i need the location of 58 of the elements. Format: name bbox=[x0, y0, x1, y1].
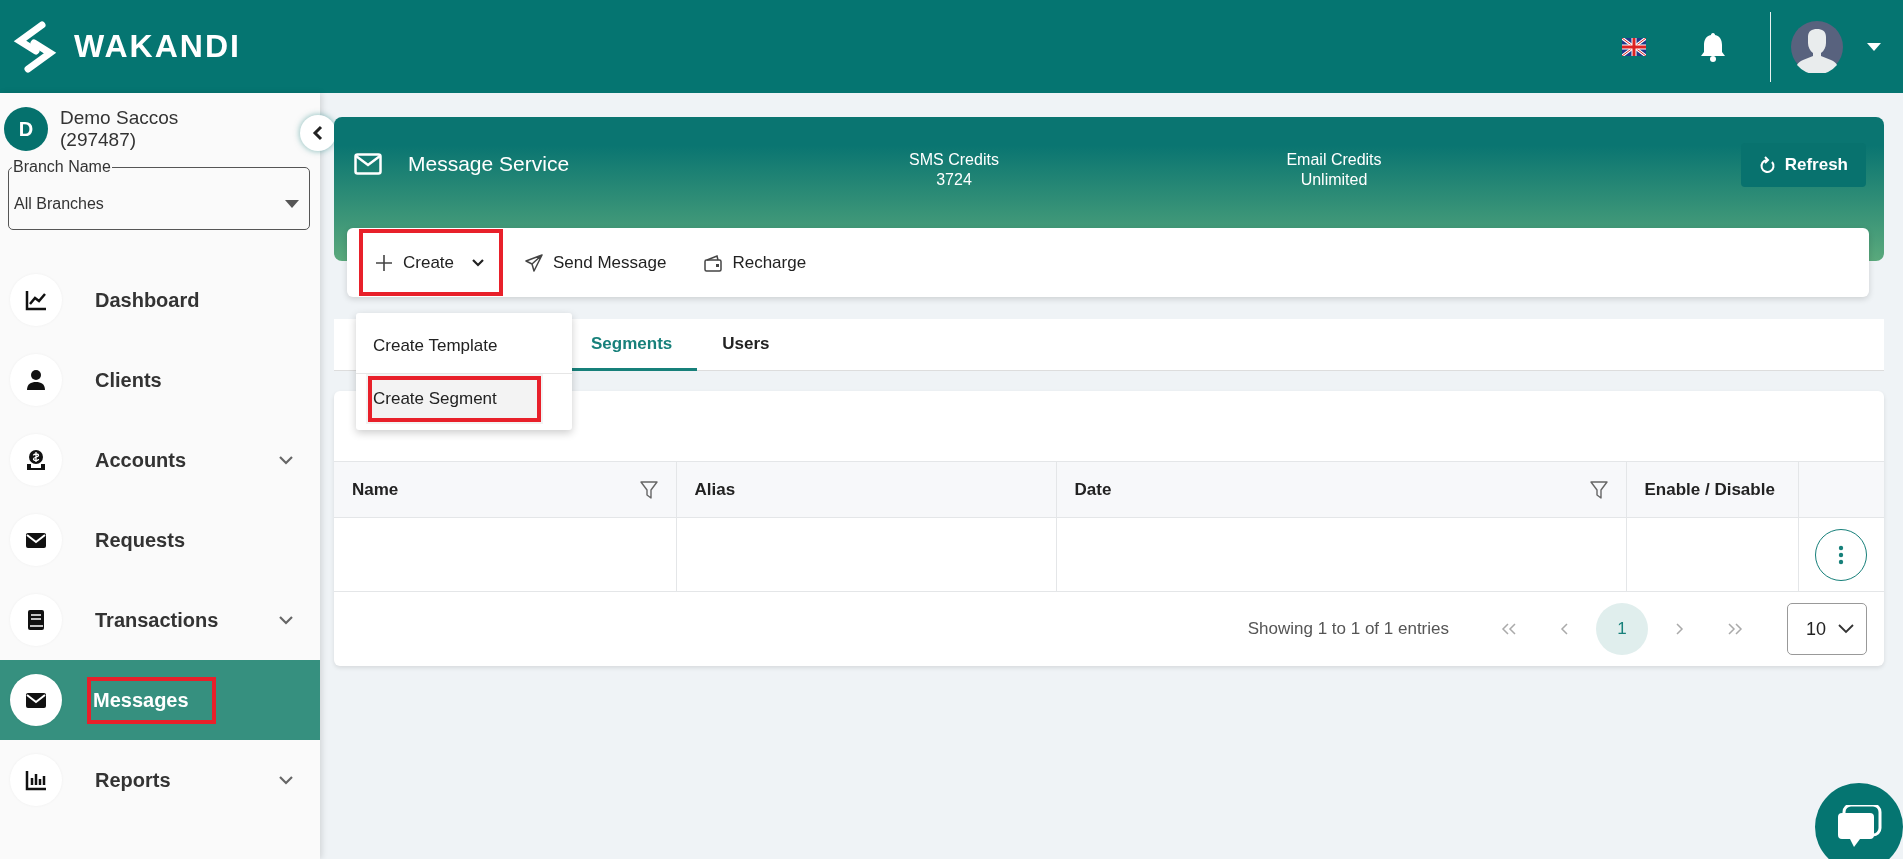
caret-icon[interactable] bbox=[1867, 42, 1881, 51]
credit-value: 3724 bbox=[935, 170, 973, 190]
column-header: Name bbox=[334, 461, 676, 518]
toolbar-button[interactable]: Send Message bbox=[513, 233, 679, 292]
chart-icon bbox=[25, 289, 47, 311]
double-chevron-left-icon bbox=[1501, 622, 1517, 636]
nav-item[interactable]: Dashboard bbox=[0, 260, 320, 340]
tab[interactable]: Users bbox=[697, 319, 795, 371]
wallet-icon bbox=[704, 253, 723, 272]
logo-icon bbox=[12, 20, 58, 73]
money-bag-icon bbox=[25, 449, 47, 471]
nav-item[interactable]: Requests bbox=[0, 500, 320, 580]
more-icon bbox=[1838, 544, 1845, 565]
menu-item[interactable]: Create Template bbox=[356, 319, 572, 374]
org-name: Demo Saccos (297487) bbox=[60, 107, 179, 151]
chevron-down-icon bbox=[472, 258, 485, 267]
paper-plane-icon bbox=[525, 253, 543, 272]
refresh-icon bbox=[1758, 156, 1775, 174]
org-avatar: D bbox=[4, 107, 48, 151]
page-size-select[interactable]: 10 bbox=[1787, 603, 1867, 655]
filter-icon[interactable] bbox=[1589, 480, 1608, 499]
column-header: Alias bbox=[676, 461, 1056, 518]
page-title: Message Service bbox=[408, 152, 570, 176]
flag-icon[interactable] bbox=[1622, 37, 1646, 56]
chevron-left-icon bbox=[312, 125, 324, 141]
create-button[interactable]: Create bbox=[363, 233, 499, 292]
column-header: Enable / Disable bbox=[1626, 461, 1798, 518]
book-icon bbox=[25, 609, 47, 631]
chevron-down-icon bbox=[278, 775, 294, 785]
chevron-down-icon bbox=[278, 615, 294, 625]
credit-value: Unlimited bbox=[1299, 170, 1369, 190]
credit-label: Email Credits bbox=[1285, 150, 1383, 170]
envelope-icon bbox=[354, 153, 382, 175]
bar-chart-icon bbox=[25, 769, 47, 791]
caret-icon bbox=[285, 199, 299, 208]
refresh-button[interactable]: Refresh bbox=[1740, 143, 1866, 187]
chat-icon bbox=[1836, 805, 1882, 849]
chevron-down-icon bbox=[278, 455, 294, 465]
nav-item[interactable]: Messages bbox=[0, 660, 320, 740]
double-chevron-right-icon bbox=[1727, 622, 1743, 636]
collapse-button[interactable] bbox=[300, 115, 336, 151]
bell-icon[interactable] bbox=[1698, 30, 1728, 63]
nav-item[interactable]: Clients bbox=[0, 340, 320, 420]
page-button[interactable]: 1 bbox=[1596, 603, 1648, 655]
plus-icon bbox=[375, 253, 393, 272]
nav-item[interactable]: Transactions bbox=[0, 580, 320, 660]
avatar-icon[interactable] bbox=[1791, 20, 1843, 73]
logo-text: WAKANDI bbox=[74, 28, 241, 65]
column-header: Date bbox=[1056, 461, 1626, 518]
person-icon bbox=[25, 369, 47, 391]
credit-label: SMS Credits bbox=[908, 150, 1000, 170]
chevron-down-icon bbox=[1838, 624, 1854, 634]
toolbar-button[interactable]: Recharge bbox=[692, 233, 819, 292]
entries-summary: Showing 1 to 1 of 1 entries bbox=[1247, 619, 1449, 639]
nav-item[interactable]: Accounts bbox=[0, 420, 320, 500]
nav-item[interactable]: Reports bbox=[0, 740, 320, 820]
filter-icon[interactable] bbox=[639, 480, 658, 499]
menu-item[interactable]: Create Segment bbox=[366, 374, 543, 424]
